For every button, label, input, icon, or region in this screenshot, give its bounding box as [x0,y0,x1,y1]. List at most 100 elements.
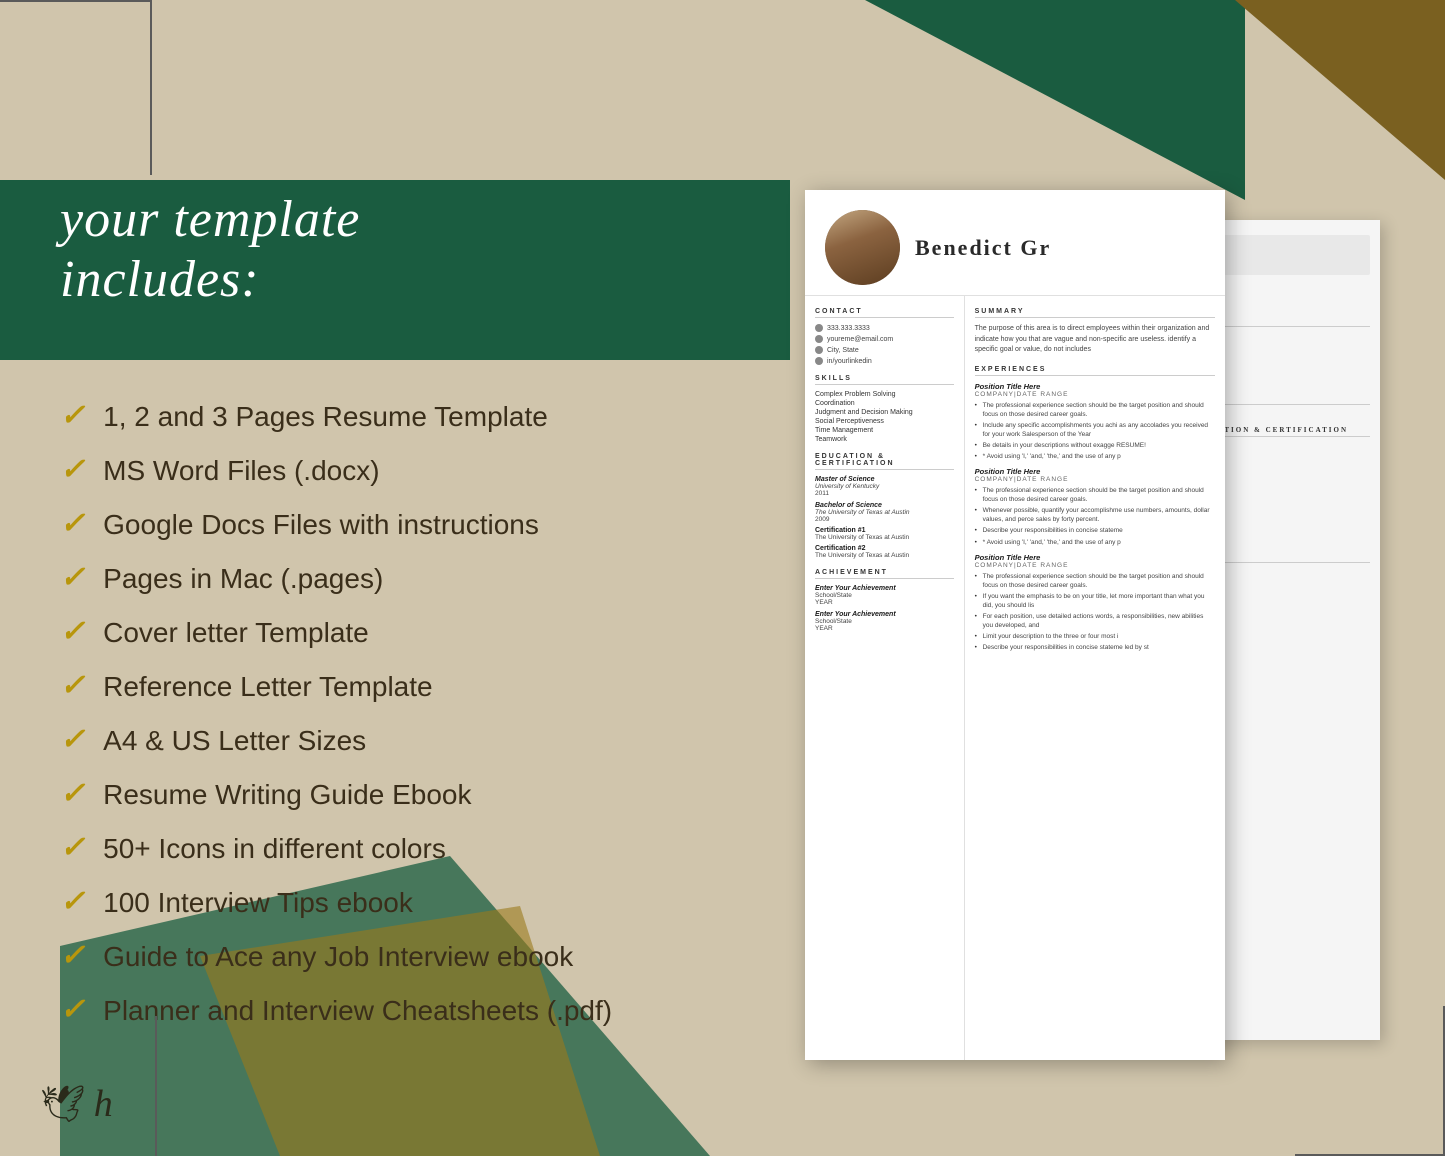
list-item: ✓ A4 & US Letter Sizes [60,724,612,758]
checkmark-icon: ✓ [60,992,85,1028]
edu-degree-2: Bachelor of Science [815,502,954,509]
edu-school-2: The University of Texas at Austin [815,509,954,516]
resume-body: Contact 333.333.3333 youreme@email.com C… [805,296,1225,1060]
linkedin-icon [815,357,823,365]
skill-item: Judgment and Decision Making [815,409,954,416]
exp-position-3: Position Title Here [975,553,1215,562]
exp-bullet: The professional experience section shou… [975,572,1215,590]
skills-section-title: Skills [815,375,954,385]
main-container: your template includes: ✓ 1, 2 and 3 Pag… [0,0,1445,1156]
edu-school-1: University of Kentucky [815,483,954,490]
logo-letter: h [94,1082,113,1126]
contact-section-title: Contact [815,308,954,318]
checkmark-icon: ✓ [60,722,85,758]
exp-company-1: COMPANY|DATE RANGE [975,391,1215,398]
skill-item: Teamwork [815,436,954,443]
cert-school-1: The University of Texas at Austin [815,534,954,541]
exp-bullet: Be details in your descriptions without … [975,441,1215,450]
logo: 🕊 h [40,1082,113,1126]
resume-header: Benedict Gr [805,190,1225,296]
list-item: ✓ Guide to Ace any Job Interview ebook [60,940,612,974]
list-item: ✓ MS Word Files (.docx) [60,454,612,488]
summary-section-title: Summary [975,308,1215,318]
achievement-year-1: YEAR [815,599,954,606]
list-item: ✓ Cover letter Template [60,616,612,650]
header-text-block: your template includes: [60,190,360,310]
edu-year-2: 2009 [815,516,954,523]
avatar-image [825,210,900,285]
list-item: ✓ 50+ Icons in different colors [60,832,612,866]
logo-wing-icon: 🕊 [40,1083,86,1125]
resume-right-column: Summary The purpose of this area is to d… [965,296,1225,1060]
exp-position-1: Position Title Here [975,382,1215,391]
checkmark-icon: ✓ [60,884,85,920]
green-triangle-decoration [865,0,1245,200]
list-item: ✓ 100 Interview Tips ebook [60,886,612,920]
skill-item: Coordination [815,400,954,407]
checkmark-icon: ✓ [60,830,85,866]
phone-icon [815,324,823,332]
exp-bullet: Include any specific accomplishments you… [975,421,1215,439]
summary-text: The purpose of this area is to direct em… [975,324,1215,356]
contact-linkedin: in/yourlinkedin [815,357,954,365]
cert-school-2: The University of Texas at Austin [815,552,954,559]
email-icon [815,335,823,343]
exp-bullet: * Avoid using 'I,' 'and,' 'the,' and the… [975,538,1215,547]
location-icon [815,346,823,354]
contact-location: City, State [815,346,954,354]
cert-title-2: Certification #2 [815,545,954,552]
checkmark-icon: ✓ [60,506,85,542]
corner-line-top [150,0,152,175]
resume-card-main: Benedict Gr Contact 333.333.3333 youreme… [805,190,1225,1060]
achievement-title-1: Enter Your Achievement [815,585,954,592]
checkmark-icon: ✓ [60,452,85,488]
exp-bullet: Whenever possible, quantify your accompl… [975,506,1215,524]
contact-email: youreme@email.com [815,335,954,343]
resume-name: Benedict Gr [915,235,1051,261]
checkmark-icon: ✓ [60,668,85,704]
exp-bullet: Describe your responsibilities in concis… [975,643,1215,652]
list-item: ✓ Pages in Mac (.pages) [60,562,612,596]
exp-position-2: Position Title Here [975,467,1215,476]
skill-item: Time Management [815,427,954,434]
achievement-school-1: School/State [815,592,954,599]
list-item: ✓ Planner and Interview Cheatsheets (.pd… [60,994,612,1028]
exp-company-2: COMPANY|DATE RANGE [975,476,1215,483]
checkmark-icon: ✓ [60,614,85,650]
header-line-2: includes: [60,250,360,310]
checkmark-icon: ✓ [60,938,85,974]
skill-item: Social Perceptiveness [815,418,954,425]
resume-left-column: Contact 333.333.3333 youreme@email.com C… [805,296,965,1060]
exp-company-3: COMPANY|DATE RANGE [975,562,1215,569]
contact-phone: 333.333.3333 [815,324,954,332]
exp-bullet: Describe your responsibilities in concis… [975,526,1215,535]
exp-bullet: * Avoid using 'I,' 'and,' 'the,' and the… [975,452,1215,461]
checkmark-icon: ✓ [60,398,85,434]
achievement-title-2: Enter Your Achievement [815,611,954,618]
education-section-title: Education & Certification [815,453,954,470]
exp-bullet: Limit your description to the three or f… [975,632,1215,641]
achievement-year-2: YEAR [815,625,954,632]
exp-bullet: If you want the emphasis to be on your t… [975,592,1215,610]
achievement-section-title: ACHIEVEMENT [815,569,954,579]
skill-item: Complex Problem Solving [815,391,954,398]
edu-degree-1: Master of Science [815,476,954,483]
list-item: ✓ Resume Writing Guide Ebook [60,778,612,812]
experiences-section-title: Experiences [975,366,1215,376]
bottom-separator-line [155,1016,157,1156]
exp-bullet: For each position, use detailed actions … [975,612,1215,630]
exp-bullet: The professional experience section shou… [975,486,1215,504]
cert-title-1: Certification #1 [815,527,954,534]
checkmark-icon: ✓ [60,776,85,812]
edu-year-1: 2011 [815,490,954,497]
list-item: ✓ Reference Letter Template [60,670,612,704]
exp-bullet: The professional experience section shou… [975,401,1215,419]
avatar [825,210,900,285]
achievement-school-2: School/State [815,618,954,625]
features-checklist: ✓ 1, 2 and 3 Pages Resume Template ✓ MS … [60,400,612,1048]
header-line-1: your template [60,190,360,250]
list-item: ✓ Google Docs Files with instructions [60,508,612,542]
corner-line-left [0,0,150,2]
checkmark-icon: ✓ [60,560,85,596]
list-item: ✓ 1, 2 and 3 Pages Resume Template [60,400,612,434]
